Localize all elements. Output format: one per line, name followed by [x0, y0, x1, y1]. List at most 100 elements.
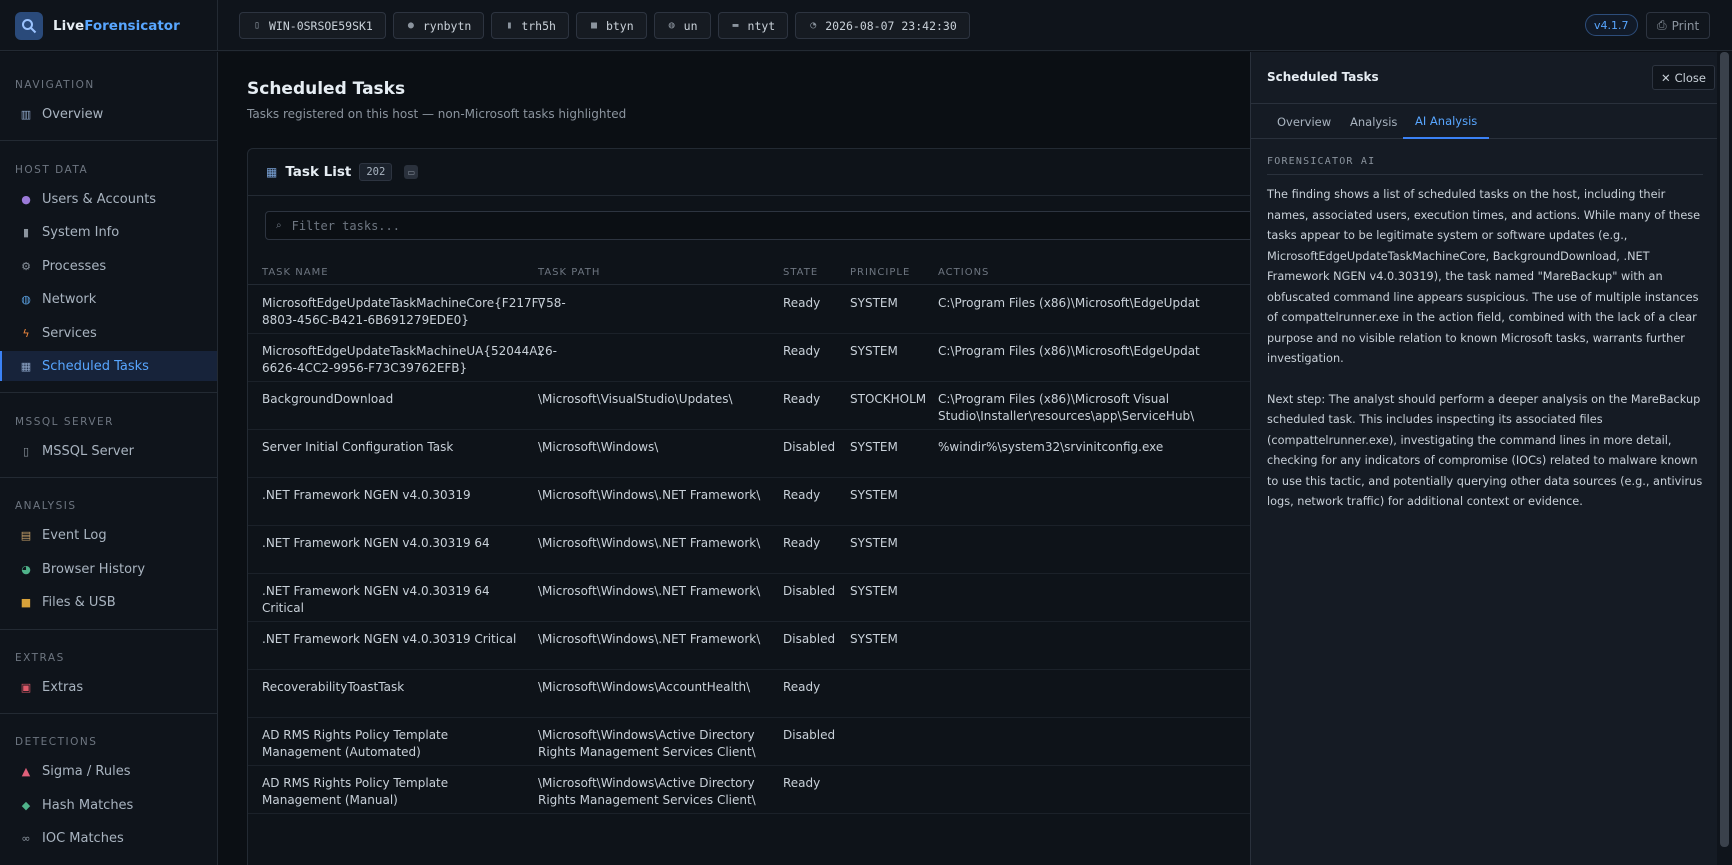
- host-chip-value: un: [683, 18, 698, 33]
- state-cell: Disabled: [783, 584, 836, 598]
- ai-paragraph: The finding shows a list of scheduled ta…: [1267, 188, 1701, 365]
- count-badge: 202: [359, 163, 393, 181]
- brand[interactable]: LiveForensicator: [0, 0, 218, 51]
- host-chip: ▯ WIN-0SRSOE59SK1: [239, 12, 386, 39]
- host-chip-value: WIN-0SRSOE59SK1: [269, 18, 373, 33]
- sidebar-item-scheduled-tasks[interactable]: ▦ Scheduled Tasks: [0, 351, 217, 381]
- task-path-cell: \Microsoft\Windows\.NET Framework\: [538, 536, 761, 550]
- filter-box[interactable]: ⌕: [265, 211, 1250, 240]
- table-row[interactable]: MicrosoftEdgeUpdateTaskMachineUA{52044A2…: [248, 334, 1250, 382]
- state-cell: Disabled: [783, 728, 836, 742]
- ai-section-label: FORENSICATOR AI: [1267, 156, 1376, 167]
- sidebar-item-files-usb[interactable]: ■ Files & USB: [0, 587, 217, 617]
- panel-scrollbar[interactable]: [1717, 52, 1732, 865]
- table-icon: ▦: [266, 165, 278, 179]
- table-row[interactable]: Server Initial Configuration Task \Micros…: [248, 430, 1250, 478]
- magnifier-logo-icon: [15, 11, 43, 40]
- sidebar-item-system-info[interactable]: ▮ System Info: [0, 217, 217, 247]
- chart-icon: ▥: [20, 107, 32, 121]
- version-badge: v4.1.7: [1585, 14, 1638, 36]
- printer-icon: ⎙: [1657, 18, 1667, 32]
- task-name-cell: .NET Framework NGEN v4.0.30319 64 Critic…: [262, 584, 490, 615]
- task-name-cell: BackgroundDownload: [262, 392, 394, 406]
- globe-icon: ◍: [21, 292, 31, 306]
- ai-analysis-text: The finding shows a list of scheduled ta…: [1267, 185, 1707, 533]
- gear-icon: ⚙: [21, 259, 31, 273]
- scrollbar-thumb[interactable]: [1720, 52, 1729, 847]
- table-row[interactable]: AD RMS Rights Policy Template Management…: [248, 718, 1250, 766]
- sidebar-item-sigma-rules[interactable]: ▲ Sigma / Rules: [0, 756, 217, 786]
- table-row[interactable]: AD RMS Rights Policy Template Management…: [248, 766, 1250, 814]
- tab-analysis[interactable]: Analysis: [1338, 104, 1409, 139]
- host-chip-value: ntyt: [747, 18, 776, 33]
- section-host-data: HOST DATA: [15, 164, 89, 176]
- task-path-cell: \: [538, 296, 543, 310]
- principle-cell: SYSTEM: [850, 440, 898, 454]
- table-row[interactable]: .NET Framework NGEN v4.0.30319 64 Critic…: [248, 574, 1250, 622]
- lightning-icon: ϟ: [22, 326, 30, 340]
- state-cell: Disabled: [783, 440, 836, 454]
- detail-panel: Scheduled Tasks ✕ Close Overview Analysi…: [1250, 52, 1717, 865]
- sidebar-item-browser-history[interactable]: ◕ Browser History: [0, 554, 217, 584]
- sidebar-item-extras[interactable]: ▣ Extras: [0, 672, 217, 702]
- actions-cell: %windir%\system32\srvinitconfig.exe: [938, 440, 1164, 454]
- principle-cell: SYSTEM: [850, 536, 898, 550]
- folder-icon: ■: [590, 20, 597, 31]
- state-cell: Ready: [783, 344, 821, 358]
- sidebar-item-hash-matches[interactable]: ◆ Hash Matches: [0, 790, 217, 820]
- task-path-cell: \Microsoft\Windows\.NET Framework\: [538, 584, 761, 598]
- log-icon: ▤: [20, 528, 32, 542]
- export-icon[interactable]: ▭: [404, 165, 419, 179]
- task-path-cell: \Microsoft\Windows\AccountHealth\: [538, 680, 751, 694]
- sidebar-item-event-log[interactable]: ▤ Event Log: [0, 520, 217, 550]
- principle-cell: SYSTEM: [850, 296, 898, 310]
- sidebar-item-overview[interactable]: ▥ Overview: [0, 99, 217, 129]
- tab-ai-analysis[interactable]: AI Analysis: [1403, 104, 1490, 139]
- state-cell: Ready: [783, 536, 821, 550]
- column-header[interactable]: TASK NAME: [262, 267, 329, 278]
- host-chip-value: 2026-08-07 23:42:30: [825, 18, 957, 33]
- column-header[interactable]: STATE: [783, 267, 818, 278]
- task-name-cell: RecoverabilityToastTask: [262, 680, 405, 694]
- card-header: ▦ Task List 202 ▭: [248, 149, 1250, 196]
- close-label: Close: [1674, 70, 1706, 85]
- principle-cell: SYSTEM: [850, 488, 898, 502]
- host-chip: ▮ trh5h: [491, 12, 569, 39]
- task-name-cell: .NET Framework NGEN v4.0.30319 64: [262, 536, 490, 550]
- host-chip: ◔ 2026-08-07 23:42:30: [795, 12, 970, 39]
- task-list-card: ▦ Task List 202 ▭ ⌕ TASK NAME TASK PATH …: [247, 148, 1250, 865]
- search-icon: ⌕: [276, 220, 282, 231]
- sidebar-item-mssql[interactable]: ▯ MSSQL Server: [0, 436, 217, 466]
- tab-overview[interactable]: Overview: [1265, 104, 1343, 139]
- print-button[interactable]: ⎙ Print: [1646, 12, 1711, 39]
- sidebar-item-ioc-matches[interactable]: ∞ IOC Matches: [0, 823, 217, 853]
- close-button[interactable]: ✕ Close: [1652, 65, 1715, 90]
- filter-input[interactable]: [291, 218, 1192, 233]
- sidebar-item-users[interactable]: ● Users & Accounts: [0, 184, 217, 214]
- table-row[interactable]: BackgroundDownload \Microsoft\VisualStudi…: [248, 382, 1250, 430]
- column-header[interactable]: TASK PATH: [538, 267, 600, 278]
- host-chip: ▬ ntyt: [717, 12, 789, 39]
- divider: [0, 477, 217, 478]
- link-icon: ∞: [21, 831, 31, 845]
- table-row[interactable]: RecoverabilityToastTask \Microsoft\Window…: [248, 670, 1250, 718]
- section-detections: DETECTIONS: [15, 736, 98, 748]
- table-row[interactable]: .NET Framework NGEN v4.0.30319 64 \Micros…: [248, 526, 1250, 574]
- task-path-cell: \Microsoft\Windows\.NET Framework\: [538, 632, 761, 646]
- task-name-cell: Server Initial Configuration Task: [262, 440, 454, 454]
- principle-cell: STOCKHOLM: [850, 392, 927, 406]
- table-row[interactable]: .NET Framework NGEN v4.0.30319 Critical \…: [248, 622, 1250, 670]
- divider: [0, 140, 217, 141]
- task-name-cell: MicrosoftEdgeUpdateTaskMachineCore{F217F…: [262, 296, 566, 327]
- main-content: Scheduled Tasks Tasks registered on this…: [218, 52, 1250, 865]
- task-path-cell: \Microsoft\Windows\Active Directory Righ…: [538, 776, 756, 807]
- table-row[interactable]: MicrosoftEdgeUpdateTaskMachineCore{F217F…: [248, 286, 1250, 334]
- table-row[interactable]: .NET Framework NGEN v4.0.30319 \Microsoft…: [248, 478, 1250, 526]
- column-header[interactable]: PRINCIPLE: [850, 267, 910, 278]
- hash-icon: ◆: [21, 798, 31, 812]
- sidebar-item-network[interactable]: ◍ Network: [0, 284, 217, 314]
- sidebar-item-services[interactable]: ϟ Services: [0, 318, 217, 348]
- column-header[interactable]: ACTIONS: [938, 267, 989, 278]
- section-analysis: ANALYSIS: [15, 500, 77, 512]
- sidebar-item-processes[interactable]: ⚙ Processes: [0, 251, 217, 281]
